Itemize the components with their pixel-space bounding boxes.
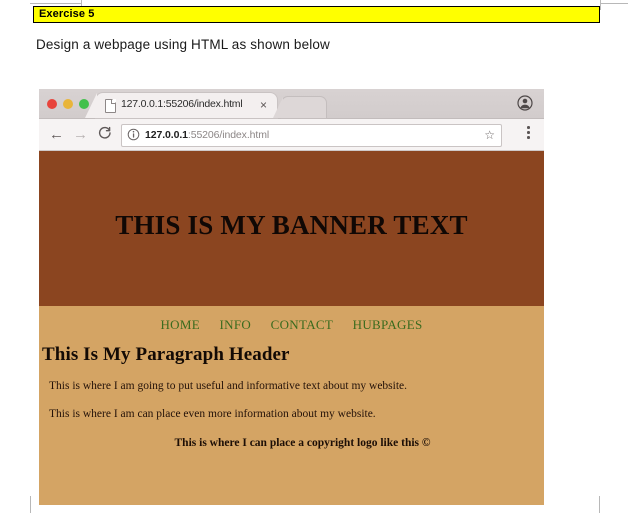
close-window-button[interactable] xyxy=(47,99,57,109)
instruction-text: Design a webpage using HTML as shown bel… xyxy=(36,37,330,52)
paragraph-two: This is where I am can place even more i… xyxy=(49,408,376,420)
tab-title: 127.0.0.1:55206/index.html xyxy=(121,98,243,110)
info-circle-icon[interactable] xyxy=(127,128,140,141)
margin-guide-top-right xyxy=(600,3,628,4)
margin-guide-top-right-v xyxy=(600,0,601,10)
window-controls xyxy=(47,99,89,109)
rendered-webpage: THIS IS MY BANNER TEXT HOME INFO CONTACT… xyxy=(39,151,544,505)
nav-link-info[interactable]: INFO xyxy=(220,317,252,332)
browser-screenshot: 127.0.0.1:55206/index.html × ← → 127.0.0… xyxy=(39,89,544,505)
nav-link-home[interactable]: HOME xyxy=(160,317,199,332)
margin-guide-top-left xyxy=(30,3,82,4)
margin-guide-bottom-right xyxy=(599,496,600,513)
copyright-line: This is where I can place a copyright lo… xyxy=(174,437,431,449)
banner-heading: THIS IS MY BANNER TEXT xyxy=(115,210,468,240)
webpage-nav: HOME INFO CONTACT HUBPAGES xyxy=(39,306,544,333)
new-tab-button[interactable] xyxy=(273,97,326,118)
nav-link-hubpages[interactable]: HUBPAGES xyxy=(353,317,423,332)
paragraph-header: This Is My Paragraph Header xyxy=(42,344,290,365)
close-tab-icon[interactable]: × xyxy=(260,98,267,112)
minimize-window-button[interactable] xyxy=(63,99,73,109)
reload-button[interactable] xyxy=(96,126,113,143)
margin-guide-bottom-left xyxy=(30,496,31,513)
address-bar-url: 127.0.0.1:55206/index.html xyxy=(145,128,269,143)
browser-toolbar: ← → 127.0.0.1:55206/index.html ☆ xyxy=(39,119,544,151)
exercise-label: Exercise 5 xyxy=(33,6,600,23)
address-bar[interactable]: 127.0.0.1:55206/index.html ☆ xyxy=(121,124,502,147)
browser-tab-strip: 127.0.0.1:55206/index.html × xyxy=(39,89,544,119)
paragraph-one: This is where I am going to put useful a… xyxy=(49,380,408,392)
forward-button[interactable]: → xyxy=(72,126,89,143)
browser-tab-active[interactable]: 127.0.0.1:55206/index.html × xyxy=(85,93,277,118)
url-path: :55206/index.html xyxy=(187,129,270,141)
three-dot-menu-icon[interactable] xyxy=(527,126,530,141)
profile-avatar-icon[interactable] xyxy=(517,95,533,111)
webpage-banner: THIS IS MY BANNER TEXT xyxy=(39,151,544,306)
url-host: 127.0.0.1 xyxy=(145,129,188,141)
back-button[interactable]: ← xyxy=(48,126,65,143)
nav-link-contact[interactable]: CONTACT xyxy=(271,317,333,332)
page-icon xyxy=(105,99,116,113)
bookmark-star-icon[interactable]: ☆ xyxy=(484,128,495,143)
